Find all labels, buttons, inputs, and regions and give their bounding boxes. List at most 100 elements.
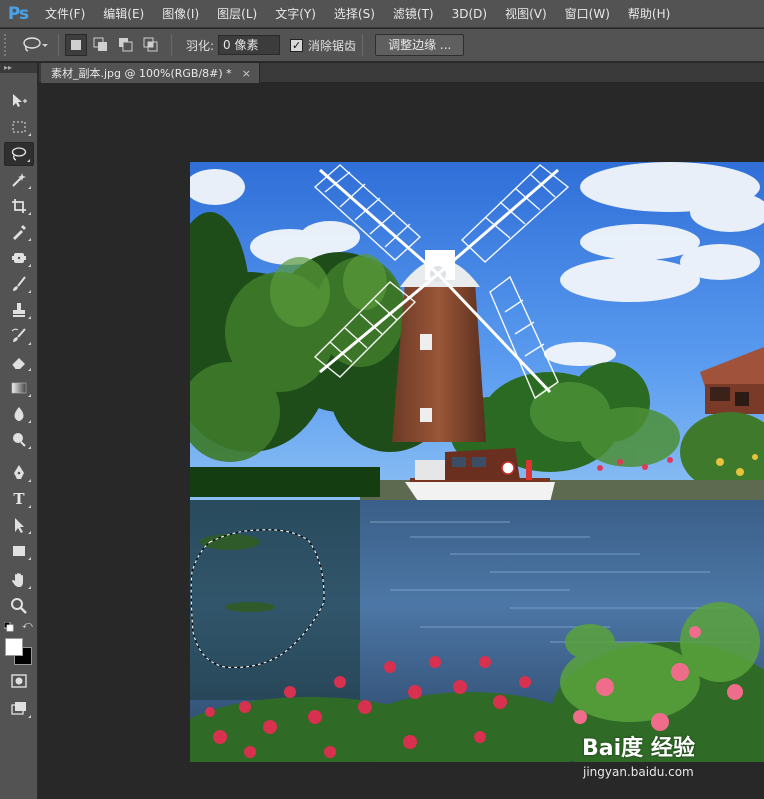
hand-tool[interactable]: [4, 568, 34, 592]
eraser-icon: [11, 358, 25, 370]
brush-tool[interactable]: [4, 272, 34, 296]
rectangle-shape-icon: [13, 546, 25, 556]
document-tab[interactable]: 素材_副本.jpg @ 100%(RGB/8#) * ×: [41, 63, 260, 83]
default-colors-icon[interactable]: [4, 622, 14, 632]
dodge-icon: [13, 433, 26, 447]
tool-group-indicator: [28, 290, 31, 293]
gradient-icon: [11, 382, 27, 394]
type-tool-icon: T: [13, 490, 25, 508]
crop-tool[interactable]: [4, 194, 34, 218]
windmill-photo: [190, 162, 764, 762]
menu-view[interactable]: 视图(V): [496, 0, 556, 28]
rect-marquee-icon: [12, 121, 26, 133]
clone-stamp-tool[interactable]: [4, 298, 34, 322]
feather-label: 羽化:: [186, 38, 215, 53]
type-tool[interactable]: T: [4, 487, 34, 511]
subtract-from-selection-icon: [119, 38, 133, 52]
menu-file[interactable]: 文件(F): [36, 0, 94, 28]
screen-mode-icon: [11, 702, 26, 715]
antialias-label: 消除锯齿: [308, 38, 357, 53]
brush-icon: [13, 276, 26, 291]
tool-preset-picker[interactable]: [18, 33, 52, 57]
eraser-tool[interactable]: [4, 350, 34, 374]
intersect-selection-icon: [143, 37, 158, 52]
menu-layer[interactable]: 图层(L): [208, 0, 266, 28]
blur-icon: [14, 407, 24, 421]
tool-group-indicator: [28, 238, 31, 241]
menu-help[interactable]: 帮助(H): [619, 0, 679, 28]
photoshop-logo: Ps: [7, 3, 29, 24]
intersect-selection-button[interactable]: [140, 34, 162, 56]
document-tab-bar: 素材_副本.jpg @ 100%(RGB/8#) * ×: [39, 63, 764, 83]
options-bar: 羽化: 0 像素 ✓ 消除锯齿 调整边缘 ...: [0, 29, 764, 62]
dodge-tool[interactable]: [4, 428, 34, 452]
tool-group-indicator: [28, 479, 31, 482]
clone-stamp-icon: [13, 303, 25, 317]
magic-wand-tool[interactable]: [4, 168, 34, 192]
history-brush-tool[interactable]: [4, 324, 34, 348]
divider: [58, 34, 59, 56]
eyedropper-icon: [13, 225, 26, 240]
tools-panel-collapse[interactable]: ▸▸: [0, 63, 37, 73]
watermark-logo: Bai度 经验: [582, 736, 695, 761]
tools-panel: ▸▸ T ⤺: [0, 63, 38, 799]
tool-group-indicator: [28, 316, 31, 319]
add-to-selection-button[interactable]: [90, 34, 112, 56]
tool-group-indicator: [28, 394, 31, 397]
options-bar-grip[interactable]: [4, 34, 10, 56]
magic-wand-icon: [12, 173, 26, 187]
menu-3d[interactable]: 3D(D): [443, 0, 496, 28]
healing-brush-tool[interactable]: [4, 246, 34, 270]
pen-tool[interactable]: [4, 461, 34, 485]
document-tab-title: 素材_副本.jpg @ 100%(RGB/8#) *: [51, 67, 232, 80]
antialias-checkbox[interactable]: ✓: [290, 38, 304, 52]
lasso-icon: [23, 37, 48, 52]
new-selection-button[interactable]: [65, 34, 87, 56]
menu-window[interactable]: 窗口(W): [556, 0, 619, 28]
menu-image[interactable]: 图像(I): [153, 0, 208, 28]
lasso-tool[interactable]: [4, 142, 34, 166]
quick-mask-button[interactable]: [4, 669, 34, 693]
menu-edit[interactable]: 编辑(E): [94, 0, 153, 28]
path-select-icon: [15, 518, 24, 533]
document-canvas-image[interactable]: [190, 162, 764, 762]
menu-filter[interactable]: 滤镜(T): [384, 0, 443, 28]
eyedropper-tool[interactable]: [4, 220, 34, 244]
baidu-jingyan-watermark: Bai度 经验: [582, 730, 695, 762]
menu-bar: Ps 文件(F) 编辑(E) 图像(I) 图层(L) 文字(Y) 选择(S) 滤…: [0, 0, 764, 28]
close-icon[interactable]: ×: [242, 67, 251, 80]
move-tool-icon: [13, 94, 27, 107]
blur-tool[interactable]: [4, 402, 34, 426]
subtract-from-selection-button[interactable]: [115, 34, 137, 56]
swap-colors-icon[interactable]: ⤺: [22, 621, 33, 631]
new-selection-icon: [71, 40, 81, 50]
tool-group-indicator: [28, 342, 31, 345]
history-brush-icon: [11, 328, 26, 342]
screen-mode-button[interactable]: [4, 697, 34, 721]
tool-group-indicator: [28, 186, 31, 189]
checkmark-icon: ✓: [291, 38, 302, 52]
tool-group-indicator: [28, 133, 31, 136]
divider: [362, 34, 364, 56]
tool-group-indicator: [28, 505, 31, 508]
rectangle-shape-tool[interactable]: [4, 539, 34, 563]
move-tool[interactable]: [4, 89, 34, 113]
foreground-color-swatch[interactable]: [5, 638, 23, 656]
path-select-tool[interactable]: [4, 513, 34, 537]
lasso-icon: [11, 147, 27, 161]
menu-type[interactable]: 文字(Y): [266, 0, 325, 28]
rect-marquee-tool[interactable]: [4, 115, 34, 139]
tool-group-indicator: [28, 264, 31, 267]
tool-group-indicator: [28, 420, 31, 423]
tool-group-indicator: [28, 586, 31, 589]
gradient-tool[interactable]: [4, 376, 34, 400]
tool-group-indicator: [28, 715, 31, 718]
tool-group-indicator: [28, 446, 31, 449]
tool-group-indicator: [28, 557, 31, 560]
refine-edge-button[interactable]: 调整边缘 ...: [375, 34, 465, 56]
feather-input[interactable]: 0 像素: [218, 35, 281, 55]
menu-select[interactable]: 选择(S): [325, 0, 384, 28]
watermark-url: jingyan.baidu.com: [583, 765, 694, 779]
zoom-tool[interactable]: [4, 594, 34, 618]
pen-icon: [14, 465, 24, 479]
